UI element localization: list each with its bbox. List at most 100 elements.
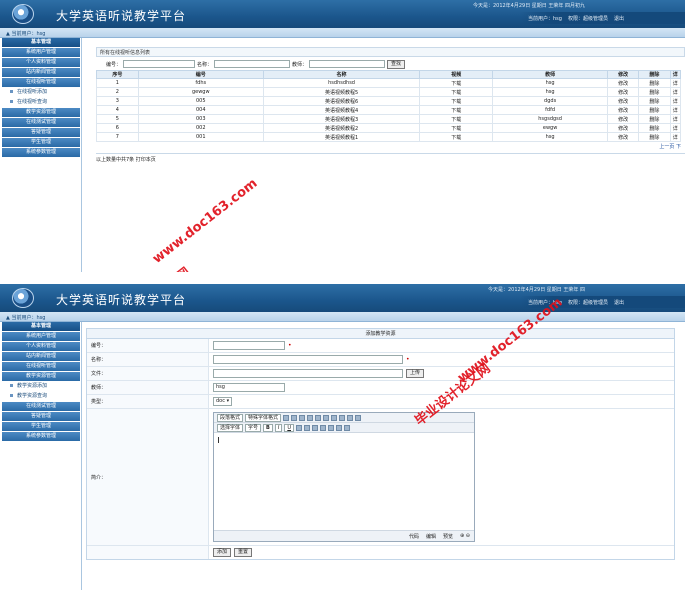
name-search-input[interactable] [214,60,291,68]
teacher-search-input[interactable] [309,60,386,68]
search-button[interactable]: 查找 [387,59,406,69]
name-input[interactable] [213,355,403,364]
download-link[interactable]: 下载 [419,123,494,133]
detail-link[interactable]: 详 [669,78,682,88]
paste-icon[interactable] [355,414,362,421]
hr-icon[interactable] [296,424,302,431]
align-center-icon[interactable] [291,414,298,421]
indent-icon[interactable] [315,414,322,421]
sidebar-item-tests[interactable]: 在线测试管理 [2,118,80,127]
delete-link[interactable]: 删除 [638,105,671,115]
undo-icon[interactable] [323,414,330,421]
italic-button[interactable]: I [274,423,283,432]
font-select[interactable]: 选择字体 [217,423,244,432]
delete-link[interactable]: 删除 [638,87,671,97]
sidebar-item-profile[interactable]: 个人资料管理 [2,58,80,67]
download-link[interactable]: 下载 [419,78,494,88]
sidebar-item-params[interactable]: 系统参数管理 [2,432,80,441]
sidebar-head-basic[interactable]: 基本管理 [2,38,80,47]
media-icon[interactable] [336,424,342,431]
sidebar-sub-res-query[interactable]: 教学资源查询 [2,392,80,401]
copy-icon[interactable] [347,414,354,421]
sidebar-item-params[interactable]: 系统参数管理 [2,148,80,157]
delete-link[interactable]: 删除 [638,96,671,106]
sidebar-item-users[interactable]: 系统用户管理 [2,332,80,341]
sidebar-sub-res-add[interactable]: 教学资源添加 [2,382,80,391]
list-icon[interactable] [307,414,314,421]
download-link[interactable]: 下载 [419,87,494,97]
sidebar-item-qa[interactable]: 答疑管理 [2,412,80,421]
underline-button[interactable]: U [284,423,294,432]
sidebar-head-basic[interactable]: 基本管理 [2,322,80,331]
type-select[interactable]: doc ▾ [213,397,233,406]
redo-icon[interactable] [331,414,338,421]
emoticon-icon[interactable] [344,424,350,431]
table-icon[interactable] [312,424,318,431]
cut-icon[interactable] [339,414,346,421]
sidebar-item-resources[interactable]: 教学资源管理 [2,372,80,381]
download-link[interactable]: 下载 [419,96,494,106]
delete-link[interactable]: 删除 [638,132,671,142]
edit-link[interactable]: 修改 [606,87,640,97]
edit-link[interactable]: 修改 [606,114,640,124]
sidebar-item-qa[interactable]: 答疑管理 [2,128,80,137]
teacher-input[interactable]: hsg [213,383,285,392]
required-mark: • [406,356,410,363]
header: 大学英语听说教学平台 今天是：2012年4月29日 星期日 王荣年 四 当前用户… [0,284,685,312]
para-format-select[interactable]: 段落格式 [217,413,244,422]
image-icon[interactable] [304,424,310,431]
sidebar-item-users[interactable]: 系统用户管理 [2,48,80,57]
detail-link[interactable]: 详 [669,105,682,115]
sidebar-item-news[interactable]: 站内新闻管理 [2,68,80,77]
editor-textarea[interactable] [214,434,474,529]
logout-link[interactable]: 退出 [614,15,624,22]
cell: 7 [96,132,139,142]
download-link[interactable]: 下载 [419,114,494,124]
delete-link[interactable]: 删除 [638,78,671,88]
detail-link[interactable]: 详 [669,123,682,133]
detail-link[interactable]: 详 [669,87,682,97]
reset-button[interactable]: 重置 [234,548,253,557]
download-link[interactable]: 下载 [419,132,494,142]
edit-link[interactable]: 修改 [606,132,640,142]
upload-button[interactable]: 上传 [406,369,425,378]
sidebar-item-profile[interactable]: 个人资料管理 [2,342,80,351]
delete-link[interactable]: 删除 [638,114,671,124]
sidebar-item-av[interactable]: 在线视听管理 [2,78,80,87]
code-search-input[interactable] [123,60,196,68]
size-select[interactable]: 字号 [245,423,262,432]
file-input[interactable] [213,369,403,378]
edit-link[interactable]: 修改 [606,78,640,88]
special-format-select[interactable]: 特殊字体格式 [245,413,282,422]
sidebar-item-av[interactable]: 在线视听管理 [2,362,80,371]
add-button[interactable]: 添加 [213,548,232,557]
edit-link[interactable]: 修改 [606,123,640,133]
link-icon[interactable] [320,424,326,431]
sidebar-item-resources[interactable]: 教学资源管理 [2,108,80,117]
bold-button[interactable]: B [263,423,273,432]
download-link[interactable]: 下载 [419,105,494,115]
pager[interactable]: 上一页 下 [96,143,685,150]
sidebar-item-students[interactable]: 学生管理 [2,422,80,431]
sidebar-item-tests[interactable]: 在线测试管理 [2,402,80,411]
zoom-icon[interactable]: ⊕ ⊖ [460,533,470,539]
align-left-icon[interactable] [283,414,290,421]
detail-link[interactable]: 详 [669,114,682,124]
watermark-text: www.doc163.com [150,175,261,267]
sidebar-sub-av-query[interactable]: 在线视听查询 [2,98,80,107]
tab-preview[interactable]: 预览 [443,533,453,540]
flash-icon[interactable] [328,424,334,431]
detail-link[interactable]: 详 [669,96,682,106]
code-input[interactable] [213,341,285,350]
sidebar-sub-av-add[interactable]: 在线视听添加 [2,88,80,97]
tab-code[interactable]: 代码 [409,533,419,540]
logout-link[interactable]: 退出 [614,299,624,306]
detail-link[interactable]: 详 [669,132,682,142]
edit-link[interactable]: 修改 [606,96,640,106]
sidebar-item-news[interactable]: 站内新闻管理 [2,352,80,361]
delete-link[interactable]: 删除 [638,123,671,133]
align-right-icon[interactable] [299,414,306,421]
tab-edit[interactable]: 编辑 [426,533,436,540]
edit-link[interactable]: 修改 [606,105,640,115]
sidebar-item-students[interactable]: 学生管理 [2,138,80,147]
